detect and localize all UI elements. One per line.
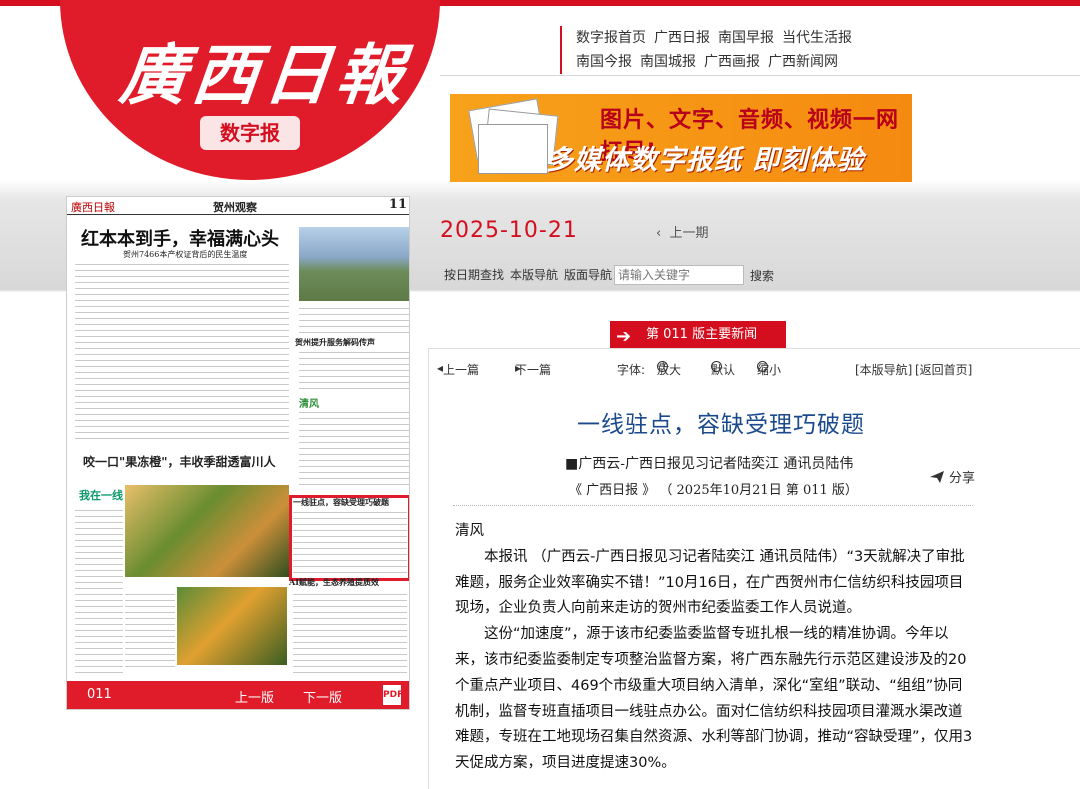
font-size-label: 字体: [617,363,646,377]
header-divider [440,75,1080,76]
prev-page-button[interactable]: 上一版 [235,687,274,706]
thumbnail-green-logo: 我在一线 [79,489,123,502]
article-source: 《 广西日报 》 （ 2025年10月21日 第 011 版） [569,483,858,498]
issue-date: 2025-10-21 [440,218,578,243]
next-article-label: 下一篇 [515,363,552,377]
thumbnail-text-block [299,349,409,393]
thumbnail-photo-oranges [125,485,289,577]
section-tab[interactable]: ➔ 第 011 版主要新闻 [610,321,786,349]
footer-page-number: 011 [87,687,112,702]
article-body: 清风 本报讯 （广西云-广西日报见习记者陆奕江 通讯员陆伟）“3天就解决了审批难… [455,519,975,777]
secondary-nav: 按日期查找 本版导航 版面导航 [444,266,618,283]
link-modern-life[interactable]: 当代生活报 [782,30,852,46]
edition-nav-link[interactable]: 本版导航 [510,268,558,282]
multimedia-banner[interactable]: 图片、文字、音频、视频一网打尽! 多媒体数字报纸 即刻体验 [450,94,912,182]
digital-edition-badge[interactable]: 数字报 [200,116,300,150]
link-nanguo-morning[interactable]: 南国早报 [718,30,774,46]
link-guangxi-pictorial[interactable]: 广西画报 [704,54,760,70]
next-page-button[interactable]: 下一版 [303,687,342,706]
site-logo[interactable]: 廣西日報 [115,22,415,118]
thumbnail-logo: 廣西日報 [71,201,115,214]
thumbnail-section-name: 贺州观察 [213,201,257,214]
thumbnail-text-block [125,591,175,671]
radio-icon [711,361,722,372]
page-thumbnail[interactable]: 廣西日報 贺州观察 11 红本本到手，幸福满心头 贺州7466本产权证背后的民生… [66,196,410,710]
search-button[interactable]: 搜索 [750,267,774,284]
prev-article-link[interactable]: ◂ 上一篇 [437,361,479,377]
pdf-icon[interactable]: PDF [383,685,403,705]
page-nav-link[interactable]: 版面导航 [564,268,612,282]
article-title: 一线驻点，容缺受理巧破题 [577,412,865,438]
thumbnail-text-block [299,305,409,335]
share-label: 分享 [949,471,976,486]
thumbnail-page-number: 11 [388,197,407,212]
top-links-row2: 南国今报 南国城报 广西画报 广西新闻网 [576,50,1000,74]
thumbnail-headline2[interactable]: 咬一口"果冻橙"，丰收季甜透富川人 [83,453,276,470]
article-column-label: 清风 [455,523,484,539]
link-guangxi-daily[interactable]: 广西日报 [654,30,710,46]
link-nanguo-today[interactable]: 南国今报 [576,54,632,70]
thumbnail-text-block [75,507,123,677]
arrow-right-icon: ➔ [616,326,632,347]
link-gxnews[interactable]: 广西新闻网 [768,54,838,70]
edition-nav-button[interactable]: [本版导航] [855,361,912,378]
share-icon [930,471,944,483]
article-author: ■广西云-广西日报见习记者陆奕江 通讯员陆伟 [565,456,854,472]
top-links: 数字报首页 广西日报 南国早报 当代生活报 南国今报 南国城报 广西画报 广西新闻网 [560,26,1000,74]
link-digital-home[interactable]: 数字报首页 [576,30,646,46]
prev-issue-link[interactable]: ‹ 上一期 [656,222,708,241]
keyword-search-input[interactable] [614,265,744,285]
thumbnail-section2-title[interactable]: 贺州提升服务解码传声 [295,337,375,348]
thumbnail-subhead: 贺州7466本产权证背后的民生温度 [123,250,248,259]
article-paragraph: 本报讯 （广西云-广西日报见习记者陆奕江 通讯员陆伟）“3天就解决了审批难题，服… [455,548,965,617]
share-button[interactable]: 分享 [929,467,975,486]
article-divider [453,505,973,506]
thumbnail-text-block [293,591,407,677]
zoom-out-icon [757,359,768,372]
current-article-highlight[interactable] [289,495,409,581]
thumbnail-ai-title[interactable]: AI赋能，生态养殖提质效 [289,577,379,588]
next-article-link[interactable]: 下一篇 ▸ [515,361,551,377]
thumbnail-text-block [75,261,289,441]
thumbnail-header: 廣西日報 贺州观察 11 [67,197,409,215]
thumbnail-footer: 011 上一版 下一版 PDF [67,681,409,709]
article-paragraph: 这份“加速度”，源于该市纪委监委监督专班扎根一线的精准协调。今年以来，该市纪委监… [455,626,973,772]
date-search-link[interactable]: 按日期查找 [444,268,504,282]
top-links-row1: 数字报首页 广西日报 南国早报 当代生活报 [576,26,1000,50]
zoom-in-icon [657,359,668,372]
banner-line2: 多媒体数字报纸 即刻体验 [546,145,865,176]
thumbnail-qingfeng-label: 清风 [299,399,319,410]
prev-article-label: 上一篇 [443,363,480,377]
back-home-button[interactable]: [返回首页] [915,361,972,378]
thumbnail-text-block [299,409,409,489]
section-tab-label: 第 011 版主要新闻 [646,327,758,342]
article-panel: ◂ 上一篇 下一篇 ▸ 字体: 放大 默认 缩小 [本版导航] [返回首页] 一… [428,348,1080,789]
thumbnail-photo-egrets [299,227,409,301]
link-nanguo-city[interactable]: 南国城报 [640,54,696,70]
thumbnail-headline[interactable]: 红本本到手，幸福满心头 [81,225,279,251]
prev-issue-label: 上一期 [669,226,709,241]
thumbnail-photo-farmer [177,587,287,665]
